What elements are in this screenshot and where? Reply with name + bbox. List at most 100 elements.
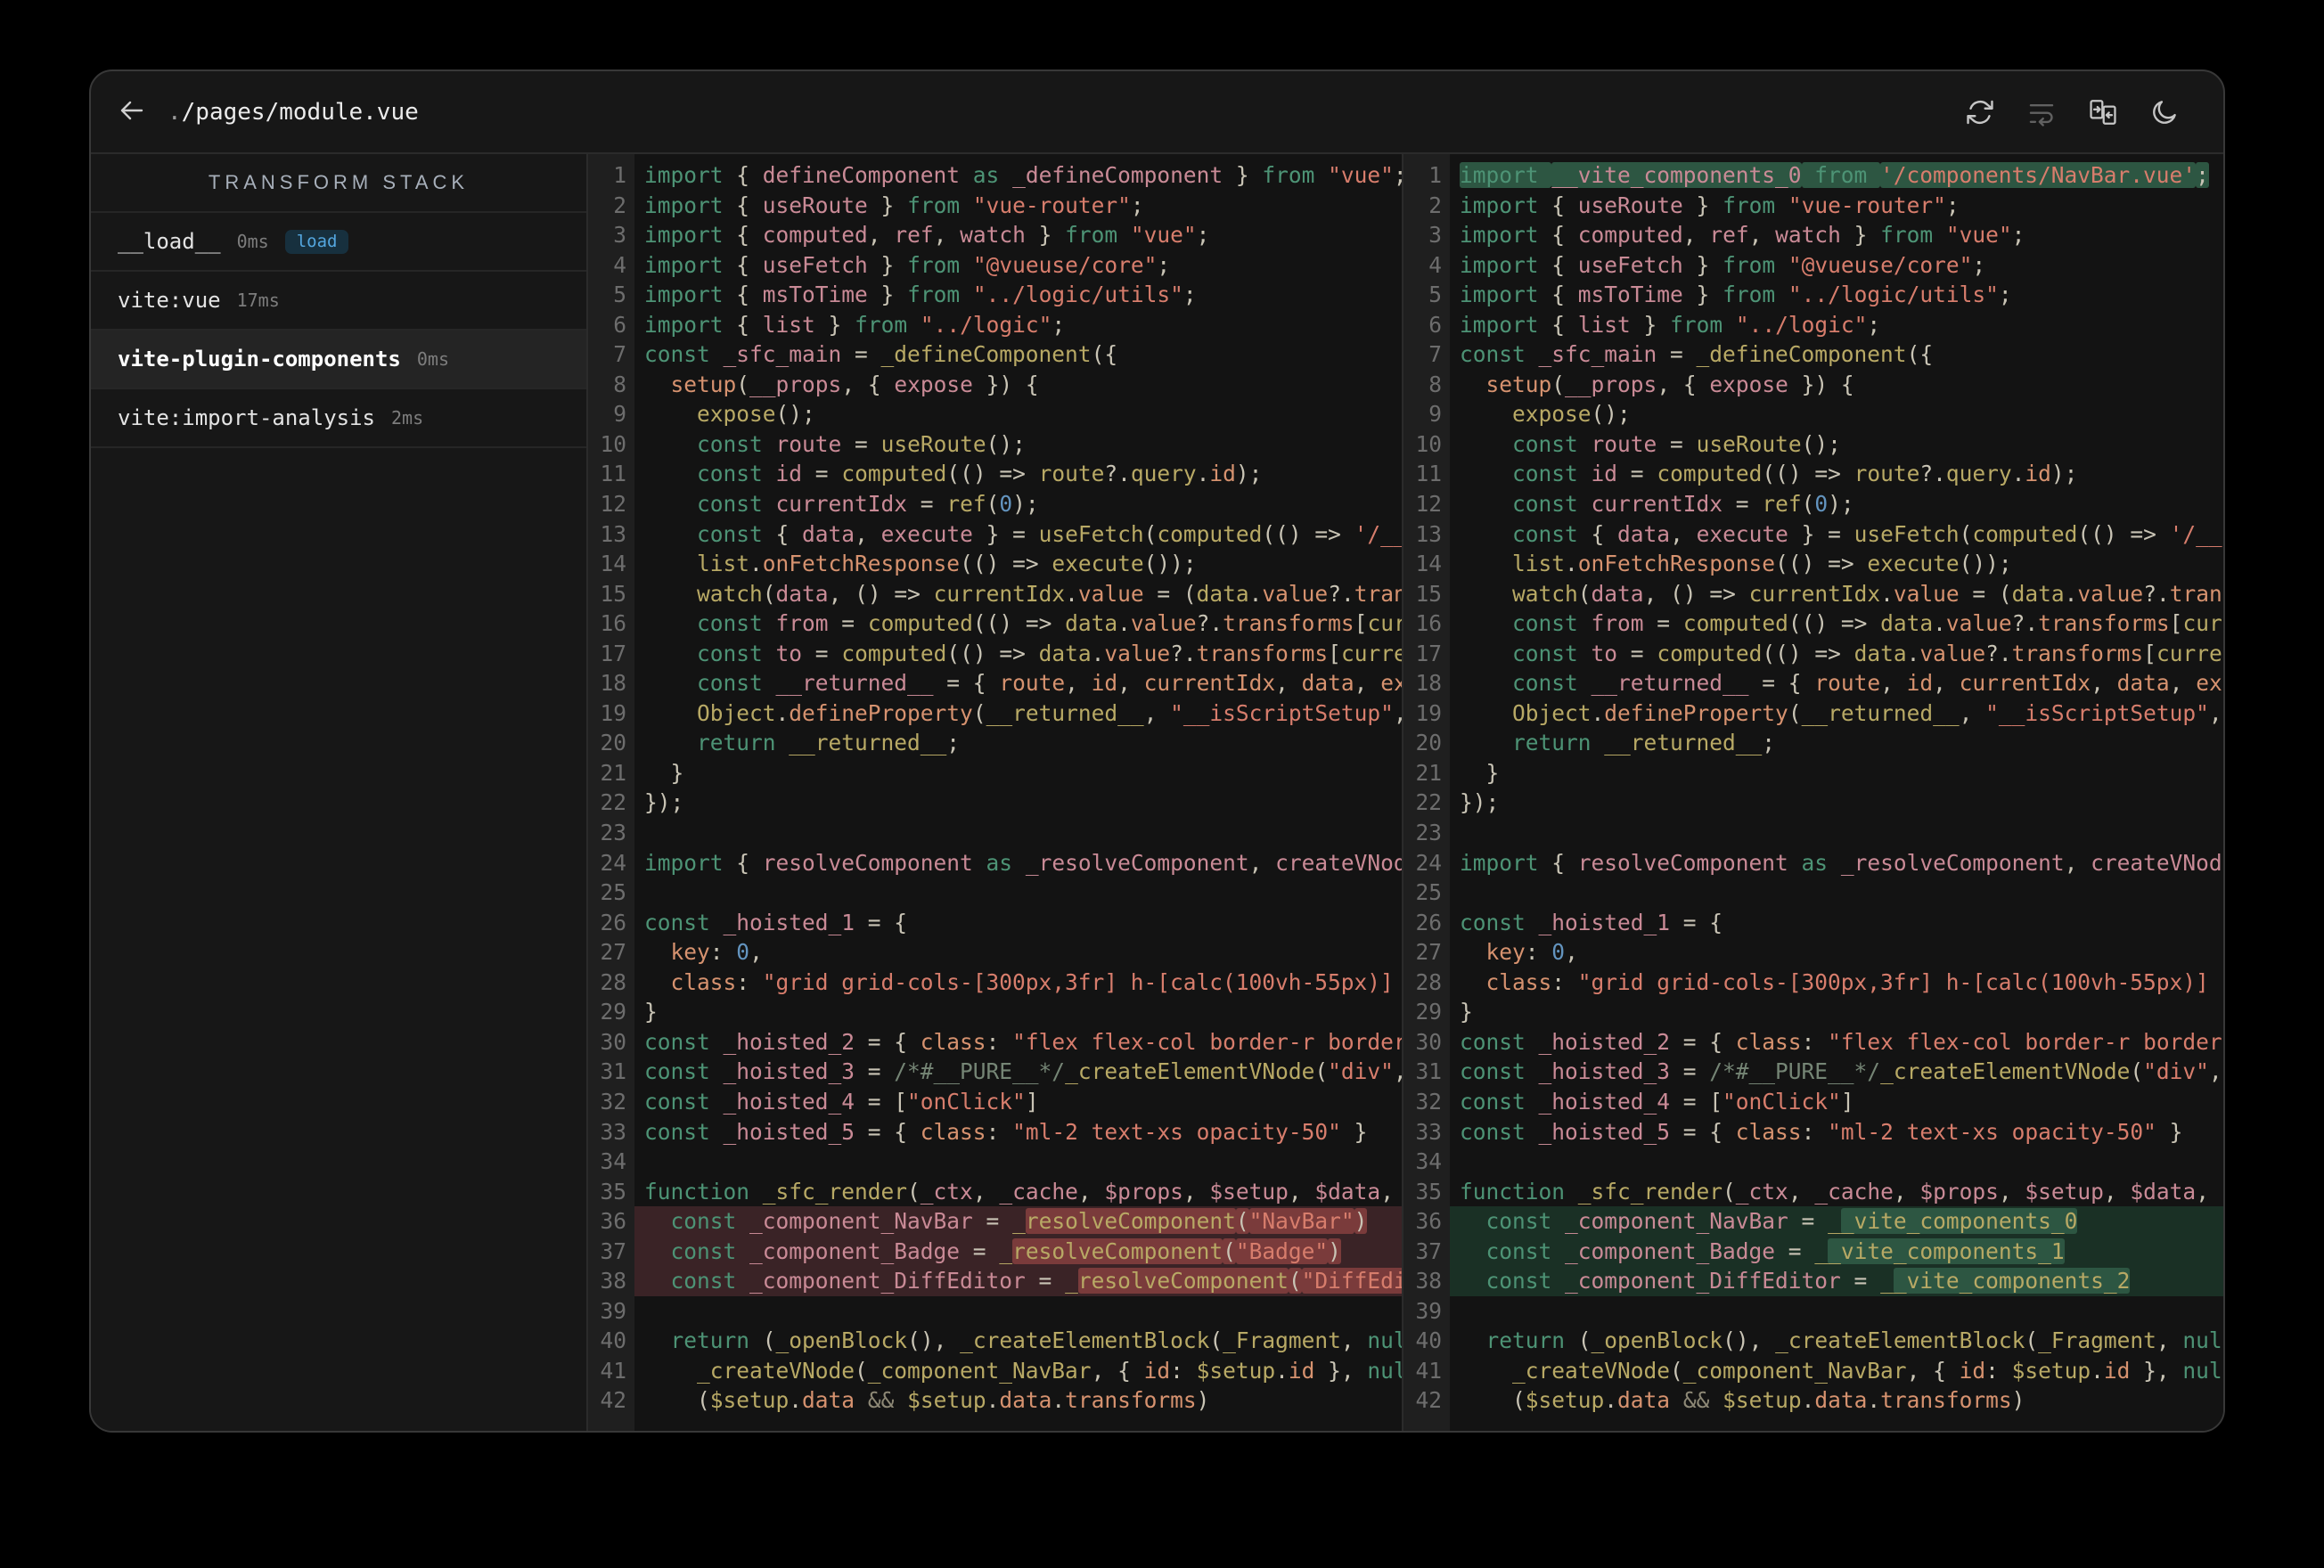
code-line: const _hoisted_2 = { class: "flex flex-c… (1460, 1028, 2223, 1055)
desktop-background: { "colors": { "accent_badge_blue": "#54a… (0, 0, 2324, 1568)
code-line: function _sfc_render(_ctx, _cache, $prop… (644, 1178, 1394, 1205)
line-number: 31 (1415, 1058, 1442, 1085)
sidebar-item-vite-import-analysis[interactable]: vite:import-analysis 2ms (91, 389, 586, 448)
load-badge: load (284, 229, 349, 254)
line-number: 39 (600, 1297, 626, 1324)
line-number: 12 (600, 491, 626, 518)
plugin-name: vite-plugin-components (118, 347, 401, 372)
line-number: 13 (600, 520, 626, 547)
back-button[interactable] (114, 94, 150, 130)
code-line: import { resolveComponent as _resolveCom… (1460, 849, 2223, 876)
line-number: 29 (600, 999, 626, 1025)
line-number: 28 (600, 968, 626, 995)
code-line: return __returned__; (1512, 730, 1776, 756)
line-number: 27 (1415, 939, 1442, 966)
code-line: } (644, 999, 658, 1025)
diff-view-icon[interactable] (2087, 96, 2119, 128)
line-number: 38 (600, 1268, 626, 1294)
code-line: import { useFetch } from "@vueuse/core"; (1460, 251, 1986, 278)
refresh-icon[interactable] (1964, 96, 1996, 128)
line-number: 30 (600, 1028, 626, 1055)
line-number: 18 (1415, 670, 1442, 697)
line-wrap-icon[interactable] (2025, 96, 2058, 128)
code-right: import __vite_components_0 from '/compon… (1450, 154, 2223, 1431)
sidebar-item-load[interactable]: __load__ 0ms load (91, 213, 586, 272)
line-number: 4 (1428, 251, 1442, 278)
line-number: 29 (1415, 999, 1442, 1025)
line-number: 13 (1415, 520, 1442, 547)
line-number: 22 (1415, 789, 1442, 816)
line-number: 18 (600, 670, 626, 697)
code-line: const __returned__ = { route, id, curren… (697, 670, 1402, 697)
plugin-name: __load__ (118, 229, 221, 254)
code-line: class: "grid grid-cols-[300px,3fr] h-[ca… (1485, 968, 2223, 995)
plugin-time: 17ms (236, 290, 280, 311)
line-number: 9 (613, 401, 626, 428)
code-line: class: "grid grid-cols-[300px,3fr] h-[ca… (670, 968, 1394, 995)
line-number: 35 (1415, 1178, 1442, 1205)
line-number: 32 (1415, 1088, 1442, 1115)
gutter-right: 1 2 3 4 5 6 7 8 9 10 11 12 13 14 15 16 17 18 19 20 21 22 23 24 2… (1403, 154, 1450, 1431)
line-number: 4 (613, 251, 626, 278)
line-number: 40 (1415, 1327, 1442, 1354)
titlebar-actions (1964, 96, 2181, 128)
line-number: 37 (1415, 1237, 1442, 1264)
line-number: 41 (600, 1357, 626, 1384)
line-number: 30 (1415, 1028, 1442, 1055)
code-line: } (644, 759, 684, 786)
line-number: 3 (1428, 222, 1442, 249)
code-line: const _hoisted_4 = ["onClick"] (1460, 1088, 1854, 1115)
dark-mode-moon-icon[interactable] (2148, 96, 2181, 128)
line-number: 15 (1415, 580, 1442, 607)
code-line: import { useRoute } from "vue-router"; (1460, 192, 1960, 218)
line-number: 7 (613, 341, 626, 368)
sidebar-item-vite-vue[interactable]: vite:vue 17ms (91, 272, 586, 331)
line-number: 5 (1428, 282, 1442, 308)
code-line: import { msToTime } from "../logic/utils… (644, 282, 1197, 308)
line-number: 5 (613, 282, 626, 308)
code-line: import { useRoute } from "vue-router"; (644, 192, 1144, 218)
line-number: 35 (600, 1178, 626, 1205)
line-number: 23 (1415, 820, 1442, 846)
code-line: ($setup.data && $setup.data.transforms) (1460, 1387, 2025, 1414)
line-number: 8 (613, 371, 626, 397)
code-line: expose(); (1512, 401, 1631, 428)
code-line: const _hoisted_5 = { class: "ml-2 text-x… (1460, 1118, 2183, 1145)
code-left: import { defineComponent as _defineCompo… (634, 154, 1402, 1431)
line-number: 14 (1415, 551, 1442, 577)
transform-stack-sidebar: TRANSFORM STACK __load__ 0ms load vite:v… (91, 154, 588, 1431)
code-line: } (1460, 759, 1500, 786)
line-number: 10 (600, 430, 626, 457)
line-number: 1 (1428, 162, 1442, 188)
line-number: 42 (1415, 1387, 1442, 1414)
line-number: 20 (600, 730, 626, 756)
line-number: 6 (1428, 311, 1442, 338)
sidebar-item-vite-plugin-components[interactable]: vite-plugin-components 0ms (91, 331, 586, 389)
plugin-time: 0ms (236, 231, 269, 252)
line-number: 26 (1415, 909, 1442, 935)
code-line: const _component_Badge = _resolveCompone… (634, 1236, 1402, 1267)
code-line: const { data, execute } = useFetch(compu… (1512, 520, 2223, 547)
code-line: Object.defineProperty(__returned__, "__i… (1512, 699, 2222, 726)
line-number: 22 (600, 789, 626, 816)
code-line: import { resolveComponent as _resolveCom… (644, 849, 1402, 876)
plugin-name: vite:vue (118, 288, 221, 313)
code-line: import { useFetch } from "@vueuse/core"; (644, 251, 1171, 278)
code-line: return __returned__; (697, 730, 961, 756)
code-line: }); (644, 789, 684, 816)
code-line: const from = computed(() => data.value?.… (697, 610, 1402, 637)
titlebar: ./pages/module.vue (91, 71, 2223, 154)
code-panel-before[interactable]: 1 2 3 4 5 6 7 8 9 10 11 12 13 14 15 16 17 18 19 20 21 22 23 24 2… (588, 154, 1403, 1431)
code-line: const _sfc_main = _defineComponent({ (1460, 341, 1934, 368)
code-line: const _hoisted_3 = /*#__PURE__*/_createE… (1460, 1058, 2222, 1085)
code-line: const id = computed(() => route?.query.i… (1512, 461, 2078, 487)
code-line: import { msToTime } from "../logic/utils… (1460, 282, 2012, 308)
code-panel-after[interactable]: 1 2 3 4 5 6 7 8 9 10 11 12 13 14 15 16 17 18 19 20 21 22 23 24 2… (1403, 154, 2223, 1431)
line-number: 15 (600, 580, 626, 607)
